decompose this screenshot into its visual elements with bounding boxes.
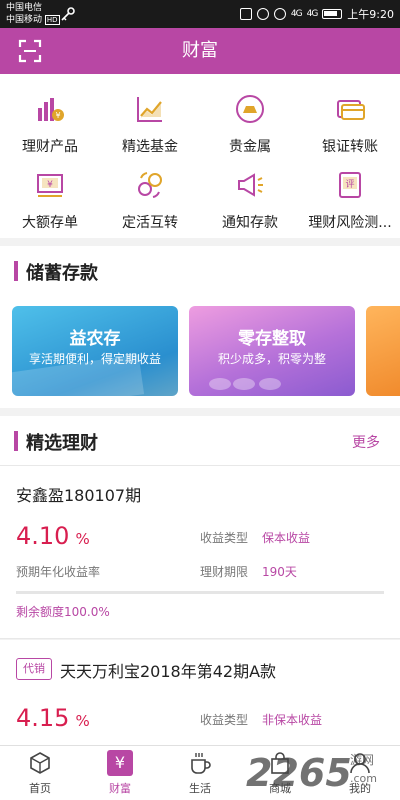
quick-item-label: 理财风险测... [308, 215, 392, 231]
rate-value: 4.15 [16, 704, 70, 732]
card-subtitle: 享活期便利，得定期收益 [28, 352, 161, 366]
quick-item-label: 大额存单 [22, 215, 78, 231]
svg-text:¥: ¥ [55, 111, 60, 120]
watermark-logo: 2265 游网 .com [246, 751, 377, 795]
tab-label: 财富 [109, 782, 131, 795]
quick-item-label: 定活互转 [122, 215, 178, 231]
tab-life[interactable]: 生活 [160, 746, 240, 800]
rate-unit: % [75, 712, 90, 730]
product-rate: 4.10% [16, 522, 90, 550]
savings-card-carousel[interactable]: 益农存 享活期便利，得定期收益 零存整取 积少成多，积零为整 [0, 296, 400, 408]
remaining-progress-bar [16, 591, 384, 594]
megaphone-icon [238, 173, 263, 197]
coin-decoration [259, 378, 281, 390]
app-header: 财富 [0, 28, 400, 74]
section-title: 储蓄存款 [26, 263, 98, 284]
svg-text:评: 评 [345, 179, 354, 190]
carrier-2: 中国移动 [6, 15, 43, 25]
exchange-circles-icon [138, 172, 162, 198]
term-label: 理财期限 [200, 565, 249, 579]
savings-card-yinongcun[interactable]: 益农存 享活期便利，得定期收益 [12, 306, 178, 396]
type-value: 保本收益 [262, 531, 311, 545]
product-rate: 4.15% [16, 704, 90, 732]
section-title: 精选理财 [26, 433, 98, 454]
card-title: 零存整取 [238, 329, 306, 349]
home-icon [30, 752, 50, 774]
card-title: 益农存 [69, 329, 121, 349]
quick-menu: ¥ 理财产品 精选基金 贵金属 银证转账 ¥ 大额存单 定活互转 通知存款 评 … [0, 74, 400, 238]
tab-home[interactable]: 首页 [0, 746, 80, 800]
quick-item-funds[interactable]: 精选基金 [100, 82, 200, 160]
key-icon [61, 7, 75, 21]
quick-item-wealth-products[interactable]: ¥ 理财产品 [0, 82, 100, 160]
status-bar: 中国电信 中国移动 HD 4G 4G 上午9:20 [0, 0, 400, 28]
svg-text:¥: ¥ [47, 180, 53, 190]
signal-4g-icon-2: 4G [306, 9, 319, 19]
signal-4g-icon: 4G [290, 9, 303, 19]
type-value: 非保本收益 [262, 713, 323, 727]
savings-section-header: 储蓄存款 [0, 246, 400, 296]
product-name: 安鑫盈180107期 [16, 486, 142, 505]
rate-value: 4.10 [16, 522, 70, 550]
coffee-cup-icon [191, 753, 211, 774]
remaining-quota: 剩余额度100.0% [16, 605, 110, 619]
quick-item-precious-metals[interactable]: 贵金属 [200, 82, 300, 160]
quick-item-fixed-current-transfer[interactable]: 定活互转 [100, 158, 200, 236]
savings-card-partial[interactable] [366, 306, 400, 396]
quick-item-large-deposit[interactable]: ¥ 大额存单 [0, 158, 100, 236]
savings-card-lingcunzhengqu[interactable]: 零存整取 积少成多，积零为整 [189, 306, 355, 396]
coin-decoration [209, 378, 231, 390]
wealth-icon: ¥ [107, 750, 133, 776]
bar-chart-coin-icon: ¥ [38, 98, 64, 121]
clock: 上午9:20 [347, 8, 394, 21]
divider [0, 638, 400, 639]
type-label: 收益类型 [200, 531, 249, 545]
quick-item-label: 通知存款 [222, 215, 278, 231]
watermark-text: 2265 [246, 751, 352, 795]
battery-icon [322, 9, 343, 19]
quick-item-label: 理财产品 [22, 139, 78, 155]
carrier-info: 中国电信 中国移动 HD [6, 2, 60, 26]
tab-wealth[interactable]: ¥ 财富 [80, 746, 160, 800]
more-link[interactable]: 更多 [352, 432, 380, 452]
line-chart-icon [137, 97, 162, 122]
section-accent-bar [14, 431, 18, 451]
quick-item-label: 银证转账 [322, 139, 378, 155]
watermark-site: 游网 [350, 753, 374, 767]
progress-fill [16, 591, 384, 594]
term-value: 190天 [262, 565, 297, 579]
type-label: 收益类型 [200, 713, 249, 727]
rate-unit: % [75, 530, 90, 548]
hd-badge: HD [44, 15, 60, 25]
agency-tag: 代销 [16, 658, 52, 680]
carrier-1: 中国电信 [6, 3, 43, 13]
product-card[interactable]: 安鑫盈180107期 4.10% 预期年化收益率 收益类型 保本收益 理财期限 … [0, 466, 400, 638]
section-accent-bar [14, 261, 18, 281]
card-subtitle: 积少成多，积零为整 [217, 352, 326, 366]
card-transfer-icon [337, 100, 365, 120]
evaluation-icon: 评 [339, 172, 361, 198]
page-title: 财富 [182, 40, 218, 61]
quick-item-risk-assessment[interactable]: 评 理财风险测... [300, 158, 400, 236]
tab-label: 生活 [189, 782, 211, 795]
quick-item-notice-deposit[interactable]: 通知存款 [200, 158, 300, 236]
watermark-domain: .com [350, 772, 377, 785]
quick-item-bank-securities[interactable]: 银证转账 [300, 82, 400, 160]
product-card[interactable]: 代销 天天万利宝2018年第42期A款 4.15% 收益类型 非保本收益 [0, 640, 400, 745]
coin-decoration [233, 378, 255, 390]
gold-bar-icon [236, 95, 264, 123]
featured-section-header: 精选理财 更多 [0, 416, 400, 466]
quick-item-label: 贵金属 [229, 139, 271, 155]
eye-icon [273, 8, 286, 20]
alarm-icon [256, 8, 269, 20]
rate-label: 预期年化收益率 [16, 565, 101, 579]
quick-item-label: 精选基金 [122, 139, 178, 155]
certificate-icon: ¥ [37, 174, 63, 197]
nfc-icon [239, 8, 252, 20]
product-name: 天天万利宝2018年第42期A款 [60, 662, 277, 681]
tab-label: 首页 [29, 782, 51, 795]
